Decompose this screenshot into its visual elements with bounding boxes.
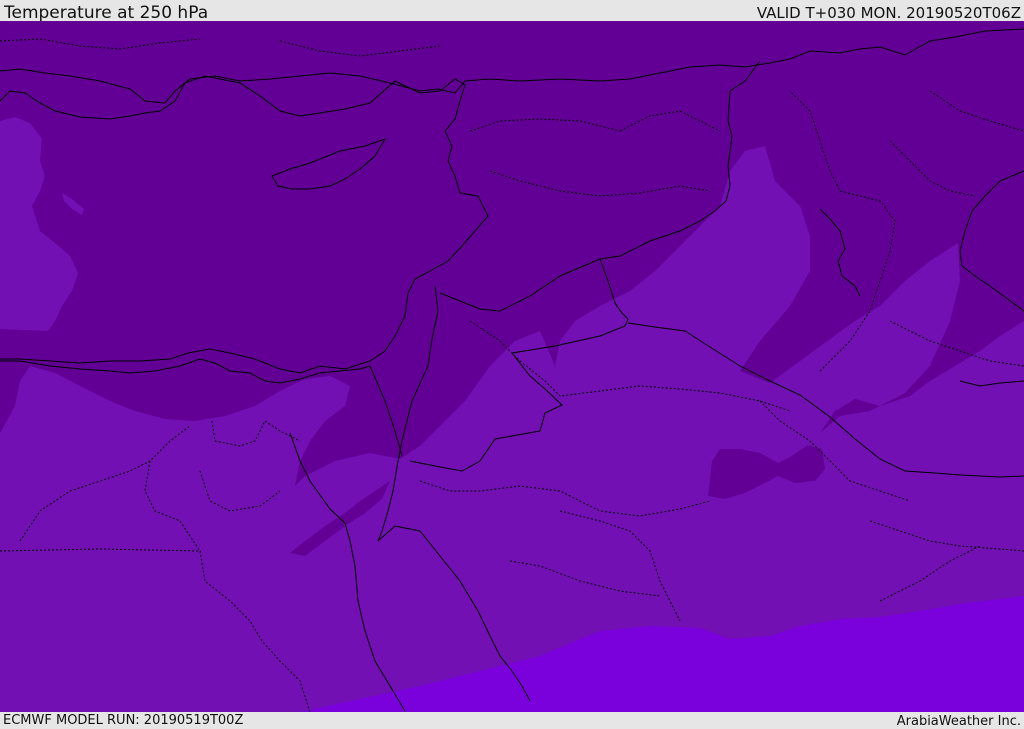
title-bar: Temperature at 250 hPa VALID T+030 MON. …: [0, 0, 1024, 23]
temperature-map[interactable]: [0, 21, 1024, 712]
map-canvas: [0, 21, 1024, 712]
model-run: ECMWF MODEL RUN: 20190519T00Z: [3, 713, 244, 728]
brand-label: ArabiaWeather Inc.: [896, 714, 1021, 729]
footer-bar: ECMWF MODEL RUN: 20190519T00Z ArabiaWeat…: [0, 712, 1024, 729]
